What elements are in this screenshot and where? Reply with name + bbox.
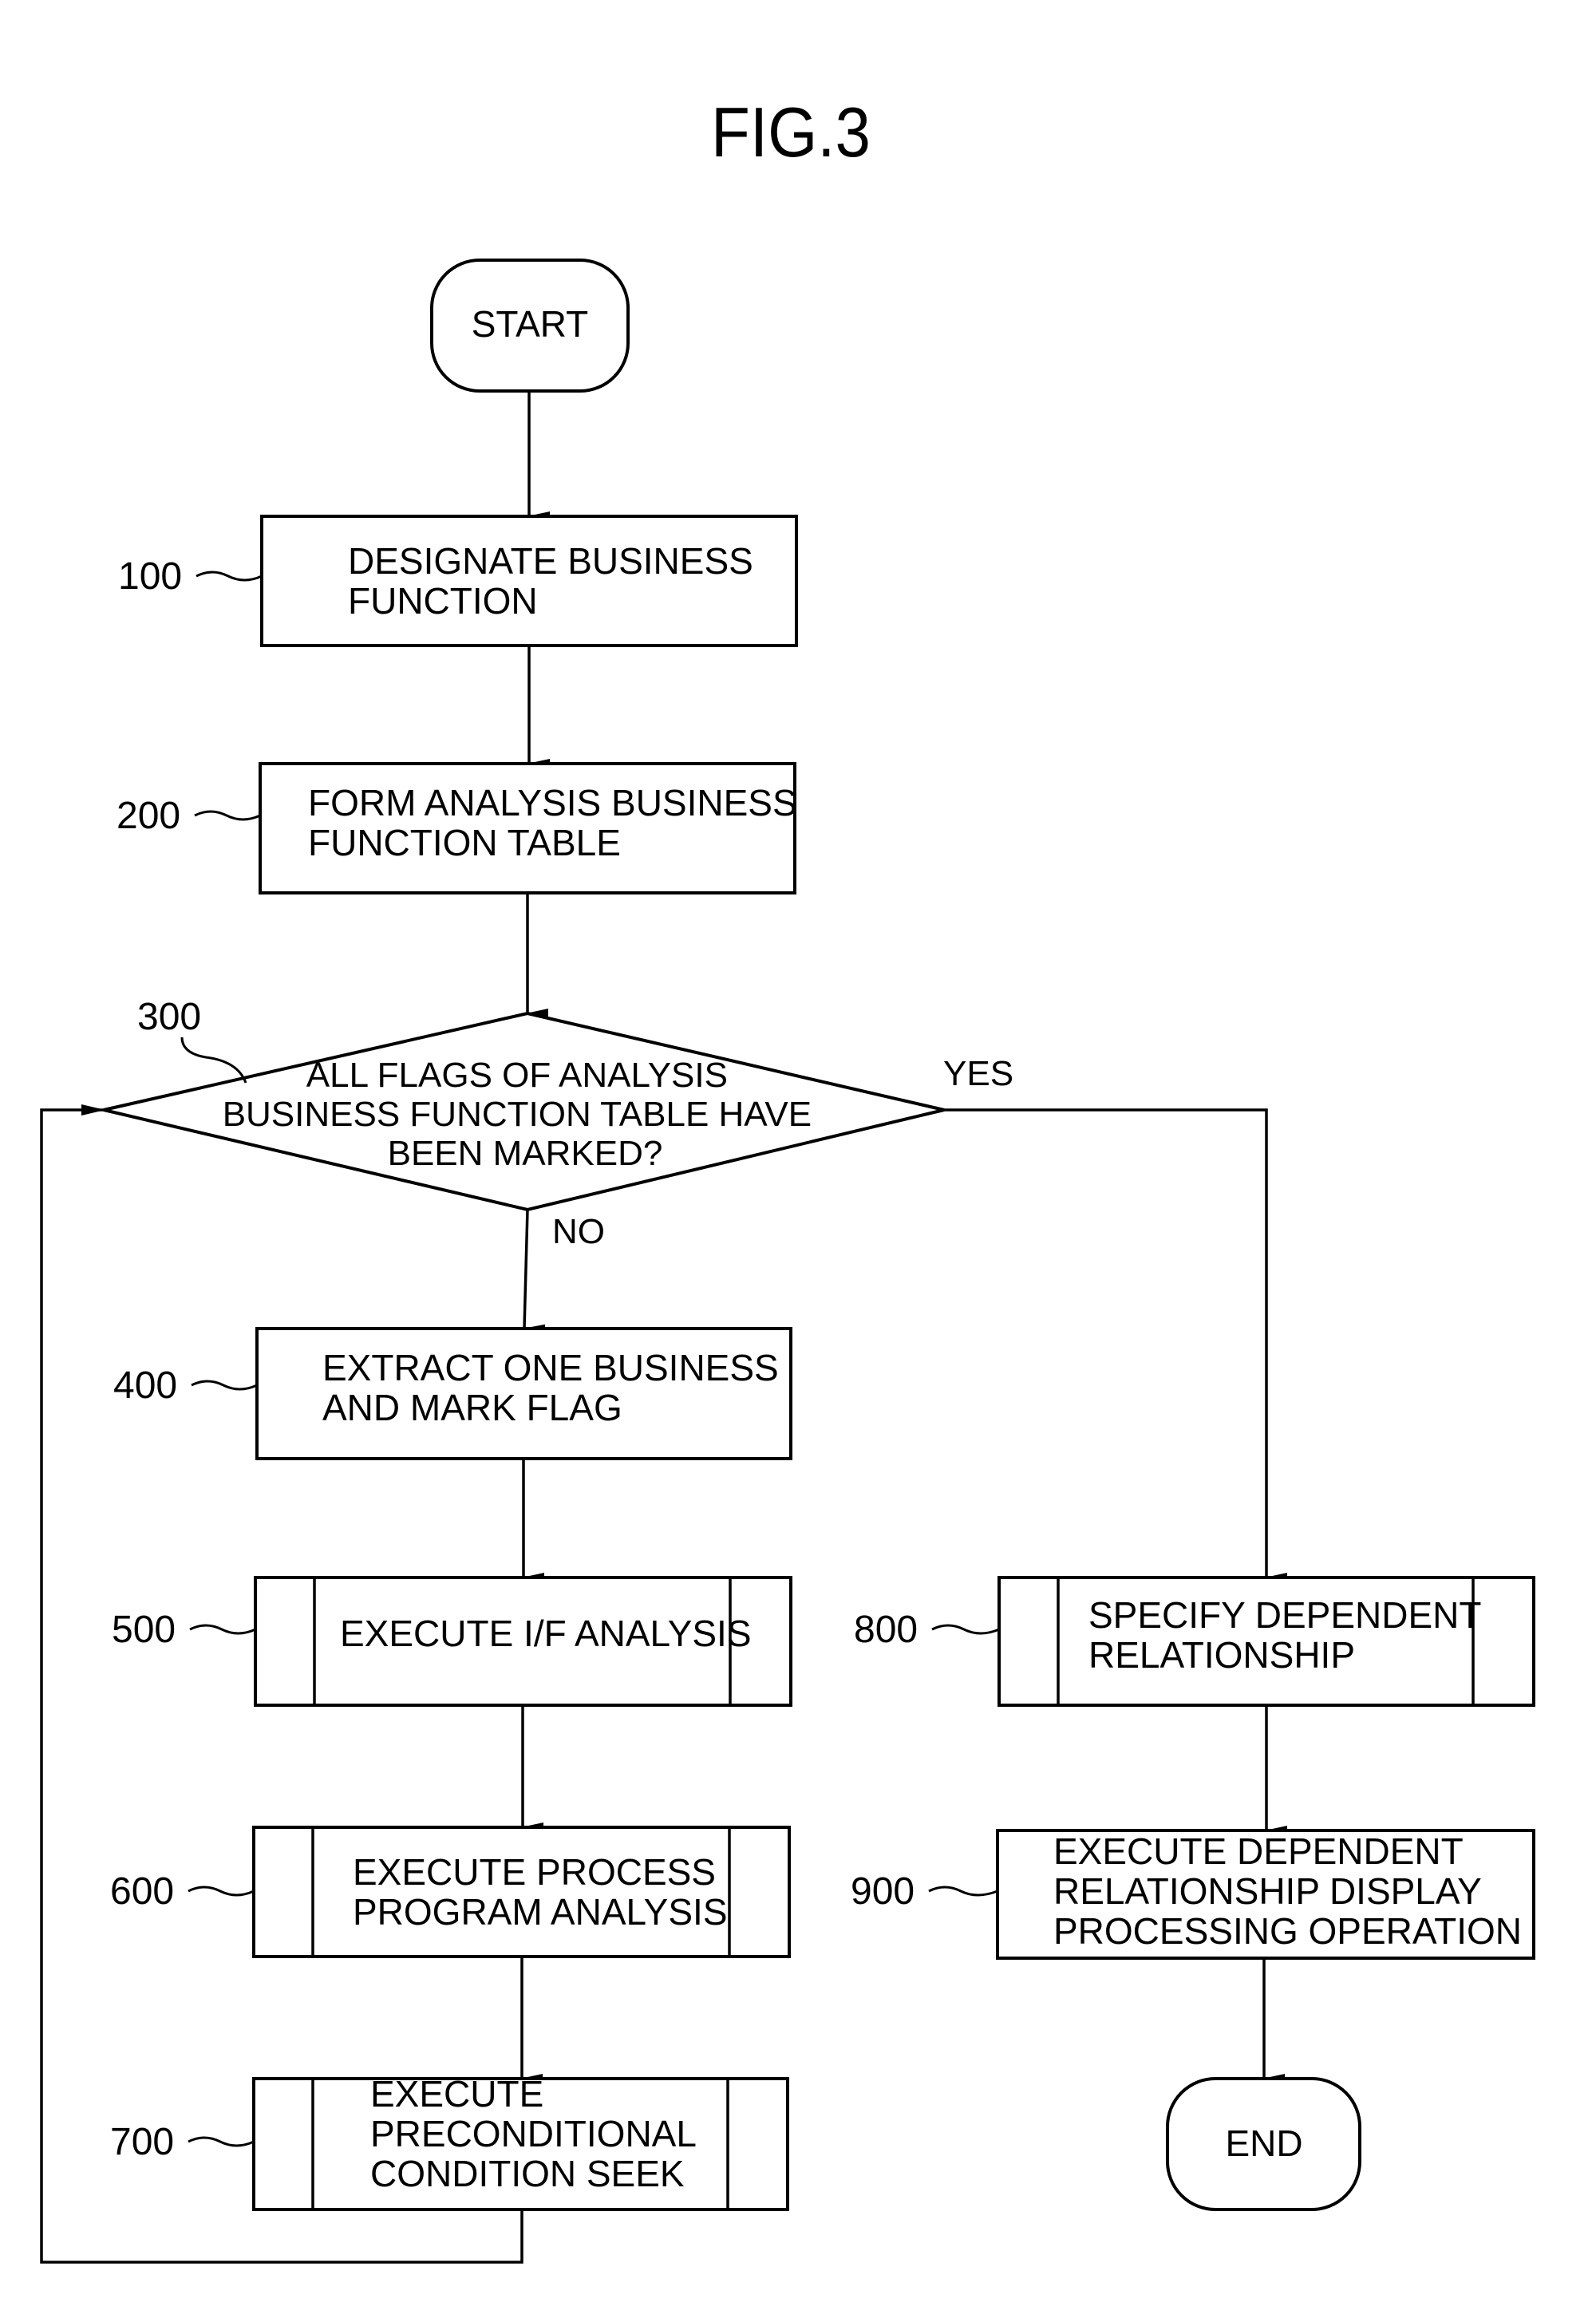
step-700-execute-precondition-seek: EXECUTE PRECONDITIONAL CONDITION SEEK xyxy=(252,2073,789,2211)
figure-title: FIG.3 xyxy=(711,93,871,172)
arrow-300-400 xyxy=(523,1209,546,1334)
ref-500: 500 xyxy=(112,1609,176,1651)
step-900-line-2: RELATIONSHIP DISPLAY xyxy=(1053,1870,1481,1912)
ref-900-leader xyxy=(928,1886,998,1897)
step-700-line-1: EXECUTE xyxy=(370,2073,543,2115)
step-400-line-2: AND MARK FLAG xyxy=(322,1387,622,1428)
step-800-line-2: RELATIONSHIP xyxy=(1088,1634,1355,1676)
ref-100-leader xyxy=(196,571,263,582)
step-900-execute-dependent-display: EXECUTE DEPENDENT RELATIONSHIP DISPLAY P… xyxy=(996,1829,1535,1960)
step-200-form-analysis-table: FORM ANALYSIS BUSINESS FUNCTION TABLE xyxy=(259,762,797,894)
decision-300-line-1: ALL FLAGS OF ANALYSIS xyxy=(306,1056,728,1095)
step-100-designate-business-function: DESIGNATE BUSINESS FUNCTION xyxy=(260,515,798,647)
ref-800: 800 xyxy=(854,1609,918,1651)
ref-200: 200 xyxy=(117,795,180,837)
step-600-text: EXECUTE PROCESS PROGRAM ANALYSIS xyxy=(353,1851,728,1933)
ref-800-leader xyxy=(931,1624,1000,1635)
start-label: START xyxy=(472,303,589,345)
ref-900: 900 xyxy=(851,1870,915,1913)
step-200-line-2: FUNCTION TABLE xyxy=(308,822,621,863)
end-label: END xyxy=(1225,2123,1302,2164)
decision-300-line-3: BEEN MARKED? xyxy=(388,1134,663,1173)
end-terminal: END xyxy=(1166,2077,1361,2211)
arrow-yes-800 xyxy=(944,1108,1287,1582)
ref-700: 700 xyxy=(110,2121,174,2163)
ref-100: 100 xyxy=(118,555,182,598)
step-700-line-3: CONDITION SEEK xyxy=(370,2153,685,2194)
step-400-extract-business: EXTRACT ONE BUSINESS AND MARK FLAG xyxy=(255,1327,792,1460)
step-100-line-1: DESIGNATE BUSINESS xyxy=(348,540,753,582)
yes-label: YES xyxy=(943,1054,1013,1093)
step-800-line-1: SPECIFY DEPENDENT xyxy=(1088,1594,1481,1636)
ref-300-leader xyxy=(180,1037,247,1084)
step-700-line-2: PRECONDITIONAL xyxy=(370,2113,696,2154)
step-500-text: EXECUTE I/F ANALYSIS xyxy=(340,1613,752,1654)
decision-300-line-2: BUSINESS FUNCTION TABLE HAVE xyxy=(223,1095,812,1134)
ref-700-leader xyxy=(188,2136,255,2147)
ref-400-leader xyxy=(191,1380,258,1391)
ref-600-leader xyxy=(188,1886,255,1897)
step-600-execute-process-program-analysis: EXECUTE PROCESS PROGRAM ANALYSIS xyxy=(252,1826,791,1958)
step-900-text: EXECUTE DEPENDENT RELATIONSHIP DISPLAY P… xyxy=(1053,1830,1522,1952)
ref-500-leader xyxy=(189,1624,256,1635)
step-600-line-2: PROGRAM ANALYSIS xyxy=(353,1891,728,1933)
step-500-execute-if-analysis: EXECUTE I/F ANALYSIS xyxy=(254,1576,792,1707)
ref-400: 400 xyxy=(113,1364,177,1407)
step-800-specify-dependent-relationship: SPECIFY DEPENDENT RELATIONSHIP xyxy=(998,1576,1535,1707)
step-900-line-1: EXECUTE DEPENDENT xyxy=(1053,1830,1464,1872)
step-900-line-3: PROCESSING OPERATION xyxy=(1053,1910,1522,1952)
step-200-line-1: FORM ANALYSIS BUSINESS xyxy=(308,782,797,823)
ref-200-leader xyxy=(194,810,261,821)
start-terminal: START xyxy=(430,259,630,393)
no-label: NO xyxy=(552,1212,605,1251)
step-600-line-1: EXECUTE PROCESS xyxy=(353,1851,716,1893)
ref-300: 300 xyxy=(137,996,201,1038)
decision-300-all-flags-marked: ALL FLAGS OF ANALYSIS BUSINESS FUNCTION … xyxy=(103,1011,945,1212)
ref-600: 600 xyxy=(110,1870,174,1913)
step-400-line-1: EXTRACT ONE BUSINESS xyxy=(322,1347,779,1388)
step-100-line-2: FUNCTION xyxy=(348,580,538,622)
flowchart: FIG.3 START DESIGNATE BUSINESS FUNCTION … xyxy=(40,93,1535,2264)
